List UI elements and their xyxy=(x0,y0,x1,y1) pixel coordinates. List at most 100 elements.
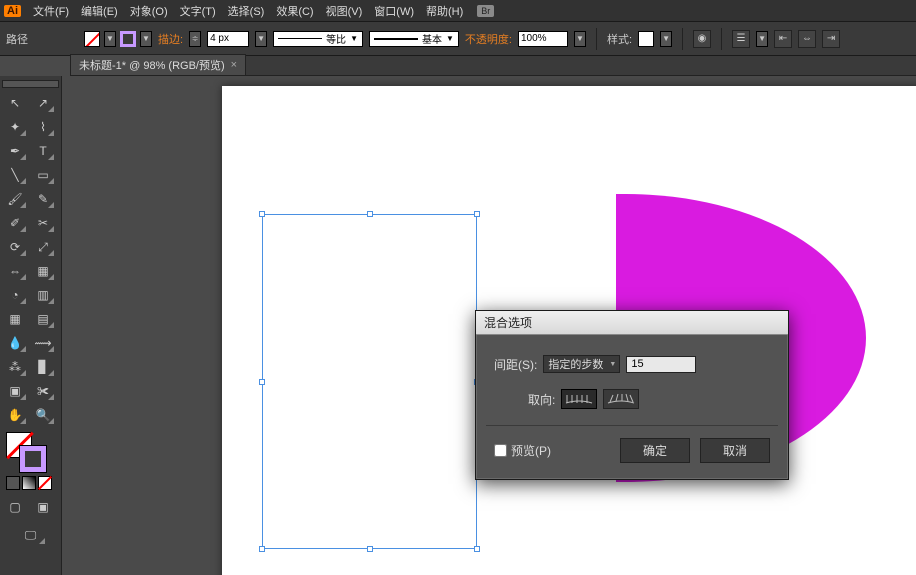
line-tool[interactable]: ╲ xyxy=(2,164,28,186)
rectangle-tool[interactable]: ▭ xyxy=(30,164,56,186)
handle-sw[interactable] xyxy=(259,546,265,552)
stroke-weight-input[interactable] xyxy=(207,31,249,47)
align-left-icon[interactable]: ⇤ xyxy=(774,30,792,48)
stroke-color[interactable] xyxy=(20,446,46,472)
document-tab-bar: 未标题-1* @ 98% (RGB/预览) × xyxy=(70,56,916,76)
slice-tool[interactable]: ✀ xyxy=(30,380,56,402)
zoom-tool[interactable]: 🔍 xyxy=(30,404,56,426)
column-graph-tool[interactable]: ▊ xyxy=(30,356,56,378)
opacity-input[interactable] xyxy=(518,31,568,47)
align-dd[interactable]: ▼ xyxy=(756,31,768,47)
brush-definition[interactable]: 基本▼ xyxy=(369,31,459,47)
bridge-badge[interactable]: Br xyxy=(477,5,494,17)
pen-tool[interactable]: ✒ xyxy=(2,140,28,162)
menu-file[interactable]: 文件(F) xyxy=(27,1,75,21)
symbol-sprayer-tool[interactable]: ⁂ xyxy=(2,356,28,378)
eyedropper-tool[interactable]: 💧 xyxy=(2,332,28,354)
menu-select[interactable]: 选择(S) xyxy=(222,1,271,21)
orientation-label: 取向: xyxy=(528,391,555,408)
width-tool[interactable]: ⇔ xyxy=(2,260,28,282)
free-transform-tool[interactable]: ▦ xyxy=(30,260,56,282)
orientation-align-path[interactable] xyxy=(603,389,639,409)
gradient-mode-icon[interactable] xyxy=(22,476,36,490)
separator xyxy=(721,28,722,50)
stroke-dropdown[interactable]: ▼ xyxy=(140,31,152,47)
paintbrush-tool[interactable]: 🖌 xyxy=(2,188,28,210)
control-bar: 路径 ▼ ▼ 描边: ≑ ▼ 等比▼ 基本▼ 不透明度: ▼ 样式: ▼ ◉ ☰… xyxy=(0,22,916,56)
preview-checkbox[interactable]: 预览(P) xyxy=(494,442,551,459)
spacing-mode-select[interactable]: 指定的步数 xyxy=(543,355,620,373)
align-center-icon[interactable]: ⇔ xyxy=(798,30,816,48)
menu-window[interactable]: 窗口(W) xyxy=(368,1,420,21)
ok-button[interactable]: 确定 xyxy=(620,438,690,463)
handle-w[interactable] xyxy=(259,379,265,385)
document-tab[interactable]: 未标题-1* @ 98% (RGB/预览) × xyxy=(70,54,246,75)
document-tab-title: 未标题-1* @ 98% (RGB/预览) xyxy=(79,57,225,73)
screen-mode-tool[interactable]: 🖵 xyxy=(15,524,47,546)
panel-handle[interactable] xyxy=(2,80,59,88)
hand-tool[interactable]: ✋ xyxy=(2,404,28,426)
spacing-value-input[interactable] xyxy=(626,356,696,373)
blob-brush-tool[interactable]: ✐ xyxy=(2,212,28,234)
gradient-tool[interactable]: ▤ xyxy=(30,308,56,330)
blend-tool[interactable]: ⟿ xyxy=(30,332,56,354)
dialog-title[interactable]: 混合选项 xyxy=(476,311,788,335)
stroke-label[interactable]: 描边: xyxy=(158,31,183,47)
menu-effect[interactable]: 效果(C) xyxy=(270,1,319,21)
spacing-label: 间距(S): xyxy=(494,356,537,373)
fill-swatch[interactable] xyxy=(84,31,100,47)
stroke-weight-dd[interactable]: ▼ xyxy=(255,31,267,47)
variable-width-profile[interactable]: 等比▼ xyxy=(273,31,363,47)
handle-n[interactable] xyxy=(367,211,373,217)
scale-tool[interactable]: ⤢ xyxy=(30,236,56,258)
perspective-grid-tool[interactable]: ▥ xyxy=(30,284,56,306)
shape-builder-tool[interactable]: ◔ xyxy=(2,284,28,306)
screen-mode-normal[interactable]: ▢ xyxy=(2,496,28,518)
preview-checkbox-input[interactable] xyxy=(494,444,507,457)
rotate-tool[interactable]: ⟳ xyxy=(2,236,28,258)
lasso-tool[interactable]: ⌇ xyxy=(30,116,56,138)
handle-nw[interactable] xyxy=(259,211,265,217)
handle-se[interactable] xyxy=(474,546,480,552)
handle-ne[interactable] xyxy=(474,211,480,217)
menu-view[interactable]: 视图(V) xyxy=(320,1,369,21)
recolor-icon[interactable]: ◉ xyxy=(693,30,711,48)
style-dd[interactable]: ▼ xyxy=(660,31,672,47)
none-mode-icon[interactable] xyxy=(38,476,52,490)
orientation-align-page[interactable] xyxy=(561,389,597,409)
separator xyxy=(596,28,597,50)
dialog-separator xyxy=(486,425,778,426)
style-swatch[interactable] xyxy=(638,31,654,47)
artboard-tool[interactable]: ▣ xyxy=(2,380,28,402)
menu-type[interactable]: 文字(T) xyxy=(174,1,222,21)
separator xyxy=(682,28,683,50)
opacity-label[interactable]: 不透明度: xyxy=(465,31,512,47)
align-icon[interactable]: ☰ xyxy=(732,30,750,48)
menu-bar: Ai 文件(F) 编辑(E) 对象(O) 文字(T) 选择(S) 效果(C) 视… xyxy=(0,0,916,22)
screen-mode-full[interactable]: ▣ xyxy=(30,496,56,518)
menu-help[interactable]: 帮助(H) xyxy=(420,1,469,21)
mesh-tool[interactable]: ▦ xyxy=(2,308,28,330)
selected-rectangle[interactable] xyxy=(262,214,477,549)
eraser-tool[interactable]: ✂ xyxy=(30,212,56,234)
selection-tool[interactable]: ↖ xyxy=(2,92,28,114)
fill-stroke-indicator[interactable] xyxy=(6,432,46,472)
fill-dropdown[interactable]: ▼ xyxy=(104,31,116,47)
workspace: ↖↗ ✦⌇ ✒T ╲▭ 🖌✎ ✐✂ ⟳⤢ ⇔▦ ◔▥ ▦▤ 💧⟿ ⁂▊ ▣✀ ✋… xyxy=(0,76,916,575)
opacity-dd[interactable]: ▼ xyxy=(574,31,586,47)
pencil-tool[interactable]: ✎ xyxy=(30,188,56,210)
app-icon: Ai xyxy=(4,5,21,17)
cancel-button[interactable]: 取消 xyxy=(700,438,770,463)
magic-wand-tool[interactable]: ✦ xyxy=(2,116,28,138)
type-tool[interactable]: T xyxy=(30,140,56,162)
color-mode-icon[interactable] xyxy=(6,476,20,490)
stroke-weight-stepper[interactable]: ≑ xyxy=(189,31,201,47)
direct-selection-tool[interactable]: ↗ xyxy=(30,92,56,114)
menu-edit[interactable]: 编辑(E) xyxy=(75,1,124,21)
close-tab-icon[interactable]: × xyxy=(231,59,237,71)
stroke-swatch[interactable] xyxy=(120,31,136,47)
handle-s[interactable] xyxy=(367,546,373,552)
blend-options-dialog: 混合选项 间距(S): 指定的步数 取向: 预览(P) xyxy=(475,310,789,480)
menu-object[interactable]: 对象(O) xyxy=(124,1,174,21)
align-right-icon[interactable]: ⇥ xyxy=(822,30,840,48)
